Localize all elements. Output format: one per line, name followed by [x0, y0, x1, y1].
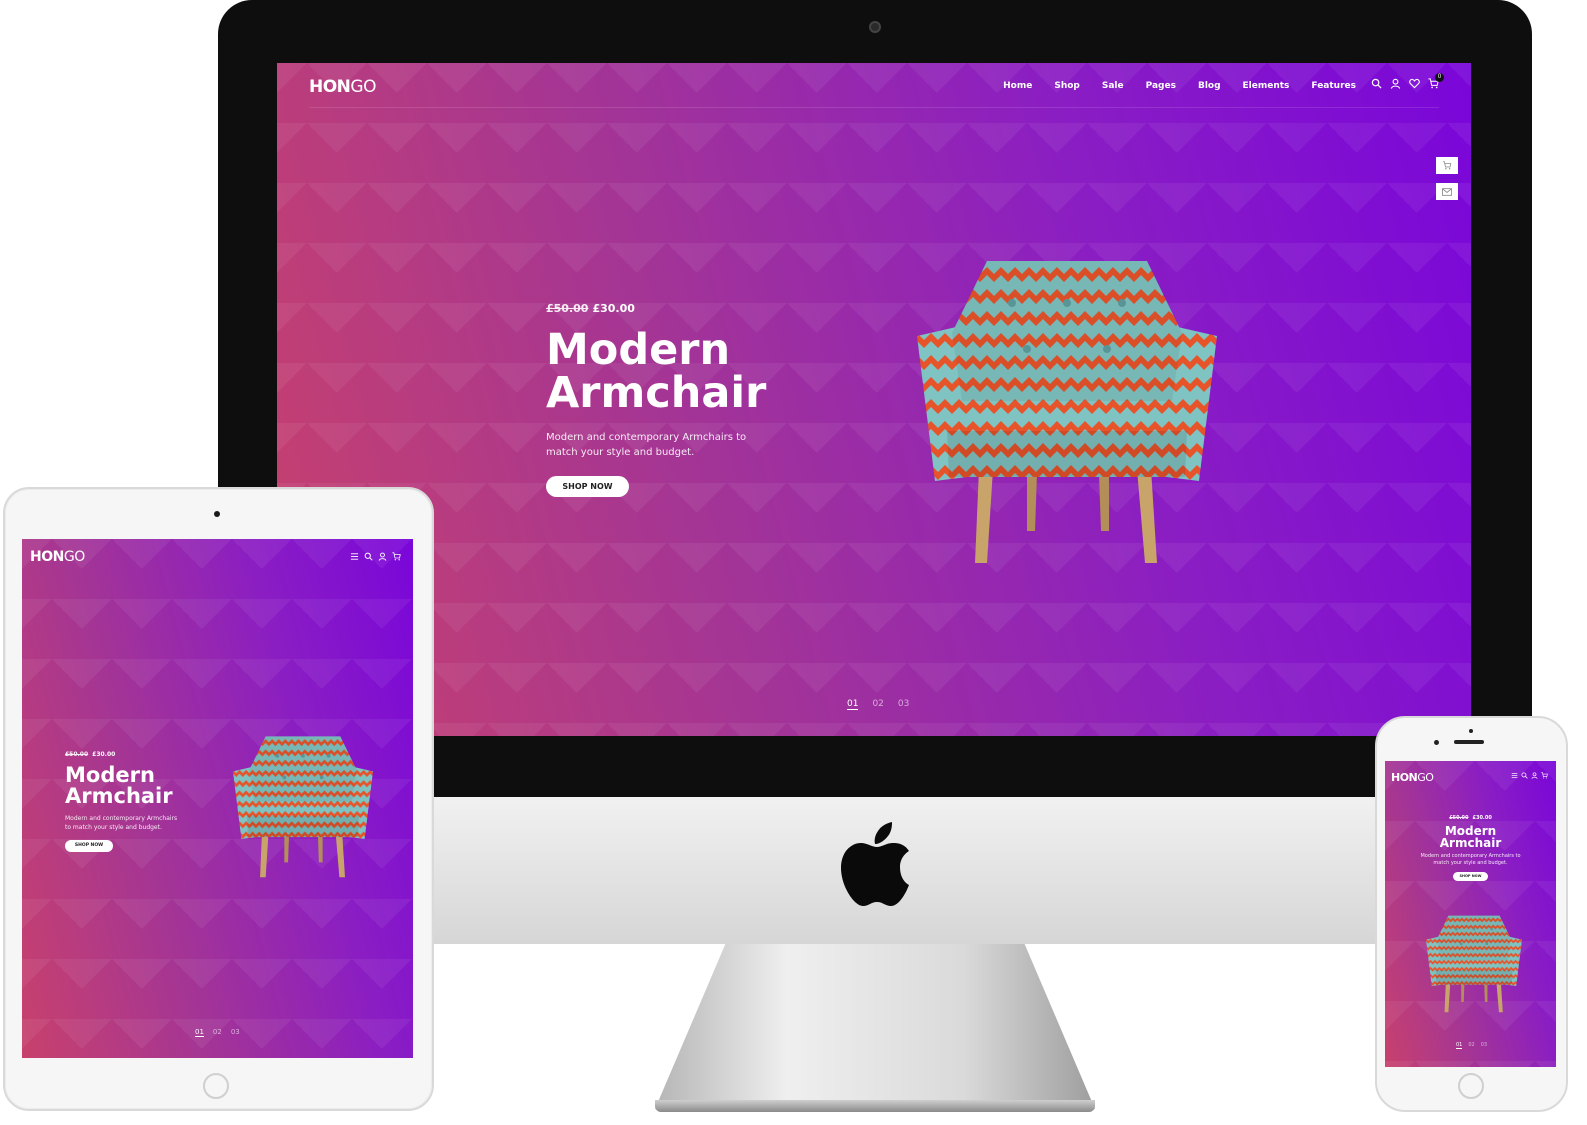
user-icon[interactable]	[378, 552, 387, 561]
old-price: £50.00	[65, 751, 89, 758]
imac-base	[655, 1100, 1095, 1112]
menu-icon[interactable]	[350, 552, 359, 561]
nav-item-shop[interactable]: Shop	[1054, 81, 1080, 91]
cart-icon[interactable]	[392, 552, 401, 561]
slider-pagination: 01 02 03	[195, 1028, 240, 1037]
cart-button[interactable]: 0	[1428, 73, 1444, 89]
phone-screen: HONGO £50.00 £30.00 Modern Armchair Modern…	[1385, 761, 1556, 1067]
shop-now-button[interactable]: SHOP NOW	[546, 476, 629, 497]
tablet-camera	[214, 511, 220, 517]
user-icon[interactable]	[1390, 78, 1401, 89]
nav-item-pages[interactable]: Pages	[1146, 81, 1176, 91]
header-icons	[350, 552, 401, 561]
phone-home-button	[1458, 1073, 1484, 1099]
hero-description: Modern and contemporary Armchairs to matc…	[546, 432, 747, 458]
product-price: £50.00 £30.00	[65, 751, 115, 758]
product-price: £50.00 £30.00	[546, 302, 635, 315]
slider-pagination: 01 02 03	[1456, 1042, 1487, 1049]
imac-camera	[869, 21, 881, 33]
armchair-product-image	[1426, 909, 1522, 1015]
side-cart-tab[interactable]	[1436, 157, 1458, 174]
new-price: £30.00	[592, 302, 635, 315]
nav-item-home[interactable]: Home	[1003, 81, 1032, 91]
shop-now-button[interactable]: SHOP NOW	[65, 840, 113, 852]
phone-camera	[1469, 729, 1473, 733]
old-price: £50.00	[546, 302, 589, 315]
phone-sensor	[1434, 740, 1439, 745]
hero-headline: Modern Armchair	[546, 325, 767, 418]
slide-dot-2[interactable]: 02	[1468, 1042, 1474, 1049]
mail-icon	[1442, 187, 1452, 196]
header-icons: 0	[1371, 73, 1444, 89]
armchair-product-image	[917, 241, 1217, 571]
hero-description: Modern and contemporary Armchairs to matc…	[65, 815, 178, 831]
cart-icon[interactable]	[1541, 772, 1548, 779]
armchair-product-image	[233, 727, 373, 881]
search-icon[interactable]	[1521, 772, 1528, 779]
hero-description: Modern and contemporary Armchairs to matc…	[1420, 853, 1521, 866]
new-price: £30.00	[1472, 815, 1492, 821]
slide-dot-3[interactable]: 03	[231, 1028, 240, 1037]
menu-icon[interactable]	[1511, 772, 1518, 779]
search-icon[interactable]	[364, 552, 373, 561]
tablet-screen: HONGO £50.00 £30.00 Modern Armchair Modern…	[22, 539, 413, 1058]
imac-stand	[655, 944, 1095, 1109]
main-nav: Home Shop Sale Pages Blog Elements Featu…	[1003, 81, 1356, 91]
product-price: £50.00 £30.00	[1385, 815, 1556, 821]
heart-icon[interactable]	[1409, 78, 1420, 89]
header-icons	[1511, 772, 1548, 779]
hero-headline: Modern Armchair	[65, 763, 173, 808]
nav-item-features[interactable]: Features	[1311, 81, 1356, 91]
header-divider	[309, 107, 1439, 108]
cart-icon	[1442, 161, 1452, 170]
tablet-home-button	[203, 1073, 229, 1099]
old-price: £50.00	[1449, 815, 1469, 821]
slide-dot-1[interactable]: 01	[847, 699, 859, 710]
nav-item-elements[interactable]: Elements	[1243, 81, 1290, 91]
hero-headline: Modern Armchair	[1439, 824, 1502, 850]
slide-dot-3[interactable]: 03	[1481, 1042, 1487, 1049]
phone-speaker	[1454, 740, 1484, 744]
slider-pagination: 01 02 03	[847, 699, 909, 710]
slide-dot-2[interactable]: 02	[213, 1028, 222, 1037]
cart-count-badge: 0	[1435, 73, 1444, 82]
brand-logo[interactable]: HONGO	[30, 549, 85, 565]
apple-logo-icon	[841, 822, 909, 906]
new-price: £30.00	[92, 751, 116, 758]
search-icon[interactable]	[1371, 78, 1382, 89]
slide-dot-3[interactable]: 03	[898, 699, 909, 710]
desktop-screen: HONGO Home Shop Sale Pages Blog Elements…	[277, 63, 1471, 736]
shop-now-button[interactable]: SHOP NOW	[1453, 872, 1488, 881]
user-icon[interactable]	[1531, 772, 1538, 779]
slide-dot-1[interactable]: 01	[1456, 1042, 1463, 1049]
slide-dot-2[interactable]: 02	[872, 699, 883, 710]
nav-item-blog[interactable]: Blog	[1198, 81, 1221, 91]
side-mail-tab[interactable]	[1436, 183, 1458, 200]
brand-logo[interactable]: HONGO	[1391, 771, 1434, 784]
brand-logo[interactable]: HONGO	[309, 77, 376, 97]
slide-dot-1[interactable]: 01	[195, 1028, 204, 1037]
nav-item-sale[interactable]: Sale	[1102, 81, 1124, 91]
